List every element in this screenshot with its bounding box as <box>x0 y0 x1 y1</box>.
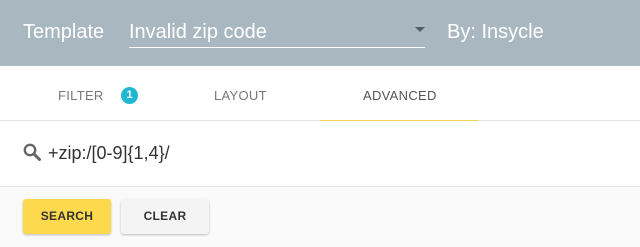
tab-bar: FILTER 1 LAYOUT ADVANCED <box>0 66 640 122</box>
tab-advanced-label: ADVANCED <box>363 88 437 103</box>
tab-filter-label: FILTER <box>58 88 104 103</box>
tab-filter[interactable]: FILTER 1 <box>0 66 160 121</box>
template-select-value: Invalid zip code <box>129 21 267 43</box>
dropdown-arrow-icon <box>415 27 425 32</box>
tab-layout-label: LAYOUT <box>214 88 267 103</box>
author-label: By: Insycle <box>447 21 544 43</box>
query-input[interactable] <box>48 141 608 165</box>
tab-layout[interactable]: LAYOUT <box>160 66 320 121</box>
clear-button[interactable]: CLEAR <box>121 199 209 234</box>
filter-count-badge: 1 <box>121 87 138 104</box>
query-area <box>0 121 640 187</box>
tab-advanced[interactable]: ADVANCED <box>320 66 478 122</box>
search-icon <box>23 143 41 161</box>
actions-bar: SEARCH CLEAR <box>0 187 640 247</box>
template-label: Template <box>23 21 105 43</box>
search-button[interactable]: SEARCH <box>23 199 111 234</box>
toolbar-header: Template Invalid zip code By: Insycle <box>0 0 640 66</box>
template-select[interactable]: Invalid zip code <box>129 14 425 48</box>
